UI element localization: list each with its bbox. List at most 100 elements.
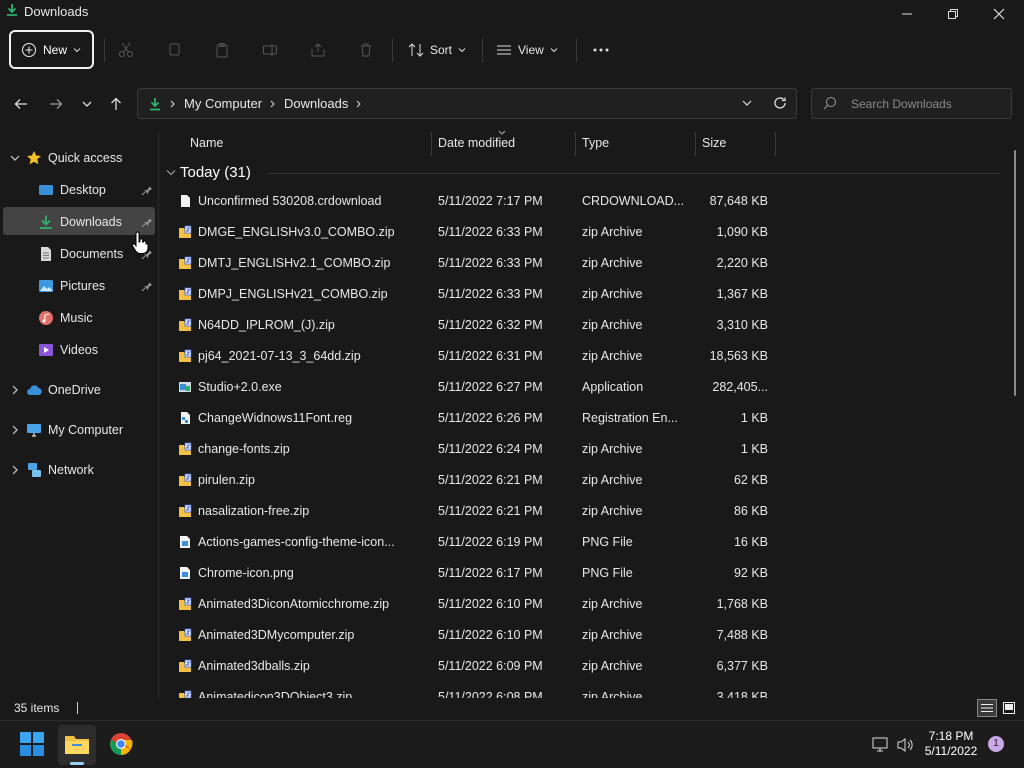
notification-badge[interactable]: 1 [988, 736, 1004, 752]
file-type: zip Archive [582, 473, 643, 487]
file-date-modified: 5/11/2022 6:26 PM [438, 411, 543, 425]
file-name: Animated3dballs.zip [198, 659, 310, 673]
file-size: 1 KB [740, 411, 768, 425]
file-name: DMGE_ENGLISHv3.0_COMBO.zip [198, 225, 395, 239]
file-date-modified: 5/11/2022 6:10 PM [438, 597, 543, 611]
file-type: zip Archive [582, 225, 643, 239]
file-size: 87,648 KB [709, 194, 768, 208]
file-date-modified: 5/11/2022 6:24 PM [438, 442, 543, 456]
status-bar [0, 698, 1024, 720]
file-name: DMPJ_ENGLISHv21_COMBO.zip [198, 287, 388, 301]
zip-icon [178, 442, 192, 456]
file-explorer-taskbar-button[interactable] [58, 725, 96, 765]
zip-icon [178, 256, 192, 270]
taskbar-clock[interactable]: 7:18 PM 5/11/2022 [920, 729, 982, 759]
table-row[interactable]: N64DD_IPLROM_(J).zip 5/11/2022 6:32 PM zip… [160, 310, 780, 341]
active-indicator [70, 762, 84, 765]
file-size: 1,768 KB [716, 597, 768, 611]
file-name: Animatedicon3DObject3.zip [198, 690, 353, 698]
details-view-button[interactable] [977, 699, 997, 717]
table-row[interactable]: pirulen.zip 5/11/2022 6:21 PM zip Archive 6… [160, 465, 780, 496]
volume-tray-button[interactable] [897, 737, 915, 756]
doc-icon [178, 194, 192, 208]
zip-icon [178, 349, 192, 363]
table-row[interactable]: Animatedicon3DObject3.zip 5/11/2022 6:08 … [160, 682, 780, 698]
file-type: PNG File [582, 566, 633, 580]
table-row[interactable]: DMPJ_ENGLISHv21_COMBO.zip 5/11/2022 6:33 … [160, 279, 780, 310]
file-type: zip Archive [582, 442, 643, 456]
network-tray-button[interactable] [872, 737, 890, 756]
table-row[interactable]: change-fonts.zip 5/11/2022 6:24 PM zip Arc… [160, 434, 780, 465]
file-name: Animated3DiconAtomicchrome.zip [198, 597, 390, 611]
file-size: 2,220 KB [716, 256, 768, 270]
file-date-modified: 5/11/2022 6:21 PM [438, 504, 543, 518]
file-type: zip Archive [582, 690, 643, 698]
zip-icon [178, 597, 192, 611]
file-type: zip Archive [582, 318, 643, 332]
file-size: 3,418 KB [716, 690, 768, 698]
ethernet-icon [872, 737, 888, 752]
file-type: PNG File [582, 535, 633, 549]
file-size: 6,377 KB [716, 659, 768, 673]
file-type: Application [582, 380, 644, 394]
table-row[interactable]: Studio+2.0.exe 5/11/2022 6:27 PM Applicati… [160, 372, 780, 403]
file-name: Actions-games-config-theme-icon... [198, 535, 395, 549]
file-name: Chrome-icon.png [198, 566, 294, 580]
reg-icon [178, 411, 192, 425]
file-date-modified: 5/11/2022 6:31 PM [438, 349, 543, 363]
chrome-icon [110, 733, 133, 755]
table-row[interactable]: pj64_2021-07-13_3_64dd.zip 5/11/2022 6:31… [160, 341, 780, 372]
table-row[interactable]: Actions-games-config-theme-icon... 5/11/2… [160, 527, 780, 558]
chrome-taskbar-button[interactable] [109, 732, 133, 759]
file-date-modified: 5/11/2022 6:32 PM [438, 318, 543, 332]
table-row[interactable]: ChangeWidnows11Font.reg 5/11/2022 6:26 PM… [160, 403, 780, 434]
file-date-modified: 5/11/2022 6:27 PM [438, 380, 543, 394]
file-size: 1,090 KB [716, 225, 768, 239]
windows-logo-icon [20, 732, 44, 756]
file-date-modified: 5/11/2022 7:17 PM [438, 194, 543, 208]
zip-icon [178, 504, 192, 518]
png-icon [178, 535, 192, 549]
table-row[interactable]: DMTJ_ENGLISHv2.1_COMBO.zip 5/11/2022 6:33… [160, 248, 780, 279]
file-size: 18,563 KB [709, 349, 768, 363]
file-name: Unconfirmed 530208.crdownload [198, 194, 382, 208]
table-row[interactable]: Unconfirmed 530208.crdownload 5/11/2022 7… [160, 186, 780, 217]
speaker-icon [897, 738, 913, 752]
file-name: Studio+2.0.exe [198, 380, 282, 394]
file-size: 282,405... [712, 380, 768, 394]
file-type: zip Archive [582, 256, 643, 270]
file-date-modified: 5/11/2022 6:08 PM [438, 690, 543, 698]
file-type: zip Archive [582, 504, 643, 518]
file-type: zip Archive [582, 628, 643, 642]
file-size: 1 KB [740, 442, 768, 456]
file-type: zip Archive [582, 659, 643, 673]
file-size: 86 KB [733, 504, 768, 518]
file-type: zip Archive [582, 349, 643, 363]
file-type: Registration En... [582, 411, 678, 425]
clock-time: 7:18 PM [928, 729, 974, 743]
file-size: 92 KB [733, 566, 768, 580]
file-date-modified: 5/11/2022 6:33 PM [438, 225, 543, 239]
start-button[interactable] [20, 732, 44, 759]
file-size: 1,367 KB [716, 287, 768, 301]
file-date-modified: 5/11/2022 6:09 PM [438, 659, 543, 673]
table-row[interactable]: Animated3DMycomputer.zip 5/11/2022 6:10 P… [160, 620, 780, 651]
table-row[interactable]: Animated3dballs.zip 5/11/2022 6:09 PM zip … [160, 651, 780, 682]
table-row[interactable]: Chrome-icon.png 5/11/2022 6:17 PM PNG File… [160, 558, 780, 589]
clock-date: 5/11/2022 [924, 744, 978, 758]
tiles-view-button[interactable] [1000, 699, 1018, 717]
taskbar [0, 720, 1024, 768]
file-type: CRDOWNLOAD... [582, 194, 685, 208]
file-type: zip Archive [582, 287, 643, 301]
file-list: Unconfirmed 530208.crdownload 5/11/2022 7… [0, 0, 1024, 698]
zip-icon [178, 659, 192, 673]
zip-icon [178, 225, 192, 239]
zip-icon [178, 473, 192, 487]
table-row[interactable]: Animated3DiconAtomicchrome.zip 5/11/2022 … [160, 589, 780, 620]
table-row[interactable]: nasalization-free.zip 5/11/2022 6:21 PM zi… [160, 496, 780, 527]
details-view-icon [981, 704, 993, 712]
folder-icon [65, 736, 89, 754]
file-name: Animated3DMycomputer.zip [198, 628, 355, 642]
vertical-scrollbar[interactable] [1014, 150, 1016, 396]
table-row[interactable]: DMGE_ENGLISHv3.0_COMBO.zip 5/11/2022 6:33… [160, 217, 780, 248]
